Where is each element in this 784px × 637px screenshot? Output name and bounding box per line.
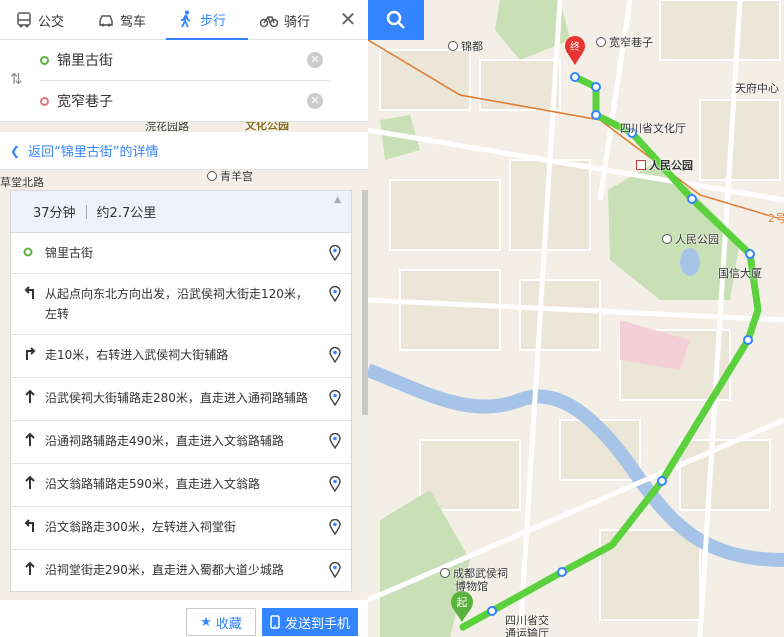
start-field-value: 锦里古街	[57, 53, 113, 69]
summary-distance: 约2.7公里	[96, 206, 157, 221]
scrollbar[interactable]	[362, 190, 368, 592]
locate-pin-icon[interactable]	[329, 518, 341, 536]
straight-icon	[23, 388, 45, 410]
map-label-tianfu[interactable]: 天府中心	[735, 80, 779, 96]
collapse-icon[interactable]: ▲	[334, 195, 341, 205]
favorite-label: 收藏	[215, 616, 242, 632]
route-step-text: 沿通祠路辅路走490米，直走进入文翁路辅路	[45, 434, 284, 448]
walk-icon	[181, 10, 191, 28]
back-link-label: 返回“锦里古街”的详情	[28, 145, 159, 160]
clear-start-button[interactable]: ✕	[307, 52, 323, 68]
route-step-text: 沿文翁路走300米，左转进入祠堂街	[45, 520, 236, 534]
locate-pin-icon[interactable]	[329, 432, 341, 450]
straight-icon	[23, 474, 45, 496]
send-to-phone-button[interactable]: 发送到手机	[262, 608, 358, 636]
map-label-guoxin[interactable]: 国信大厦	[718, 265, 762, 281]
start-field[interactable]: 锦里古街	[40, 40, 330, 80]
transport-tabs: 公交 驾车 步行 骑行 ✕	[0, 0, 368, 40]
map-label-jiaotong-2: 通运输厅	[505, 627, 549, 637]
metro-icon	[636, 160, 646, 170]
map-label-renmin-park-metro[interactable]: 人民公园	[636, 157, 693, 173]
route-step[interactable]: 锦里古街	[11, 233, 351, 274]
star-icon: ★	[200, 614, 212, 630]
tab-bus[interactable]: 公交	[0, 0, 84, 40]
route-summary[interactable]: 37分钟 约2.7公里 ▲	[11, 191, 351, 233]
bottom-bar: ★ 收藏 发送到手机	[0, 600, 368, 637]
close-icon[interactable]: ✕	[336, 8, 360, 32]
route-panel: 公交 驾车 步行 骑行 ✕ ⇅ 锦里古街 ✕ 宽窄巷子 ✕ ❮ 返回“锦里古街”…	[0, 0, 424, 637]
poi-icon	[596, 37, 606, 47]
end-field-value: 宽窄巷子	[57, 94, 113, 110]
svg-text:终: 终	[570, 40, 580, 53]
tab-bike[interactable]: 骑行	[248, 0, 328, 40]
summary-time: 37分钟	[33, 206, 76, 221]
search-icon	[386, 10, 405, 29]
route-step[interactable]: 沿文翁路走300米，左转进入祠堂街	[11, 507, 351, 550]
map-label-line2: 2号	[768, 212, 784, 225]
route-step-text: 走10米，右转进入武侯祠大街辅路	[45, 348, 229, 362]
summary-separator	[85, 204, 87, 219]
tab-car[interactable]: 驾车	[84, 0, 166, 40]
tab-walk-label: 步行	[200, 13, 227, 29]
locate-pin-icon[interactable]	[329, 285, 341, 303]
map-label-wuhouci-2: 博物馆	[455, 580, 488, 593]
end-dot-icon	[40, 96, 49, 106]
end-marker[interactable]: 终	[563, 35, 587, 67]
route-step[interactable]: 沿武侯祠大街辅路走280米，直走进入通祠路辅路	[11, 378, 351, 421]
turn-left-icon	[23, 517, 45, 539]
tab-bus-label: 公交	[38, 14, 65, 30]
route-step-text: 沿文翁路辅路走590米，直走进入文翁路	[45, 477, 260, 491]
tab-car-label: 驾车	[120, 14, 147, 30]
route-step[interactable]: 沿祠堂街走290米，直走进入蜀都大道少城路	[11, 550, 351, 591]
locate-pin-icon[interactable]	[329, 475, 341, 493]
park-icon	[662, 234, 672, 244]
start-marker[interactable]: 起	[449, 590, 475, 624]
tab-walk[interactable]: 步行	[166, 0, 248, 40]
car-icon	[99, 15, 113, 27]
map-label-renmin-park[interactable]: 人民公园	[662, 231, 719, 247]
end-field[interactable]: 宽窄巷子	[40, 81, 330, 121]
bus-icon	[17, 12, 31, 28]
map-label-jindu[interactable]: 锦都	[448, 38, 483, 54]
route-inputs: ⇅ 锦里古街 ✕ 宽窄巷子 ✕	[0, 40, 368, 122]
send-to-phone-label: 发送到手机	[284, 616, 350, 632]
route-step[interactable]: 沿文翁路辅路走590米，直走进入文翁路	[11, 464, 351, 507]
scrollbar-thumb[interactable]	[362, 190, 368, 415]
straight-icon	[23, 431, 45, 453]
steps-container: 锦里古街从起点向东北方向出发，沿武侯祠大街走120米，左转走10米，右转进入武侯…	[11, 233, 351, 591]
start-circle-icon	[23, 243, 45, 263]
locate-pin-icon[interactable]	[329, 346, 341, 364]
poi-icon	[448, 41, 458, 51]
back-link[interactable]: ❮ 返回“锦里古街”的详情	[0, 132, 368, 170]
route-step[interactable]: 从起点向东北方向出发，沿武侯祠大街走120米，左转	[11, 274, 351, 335]
route-step[interactable]: 沿通祠路辅路走490米，直走进入文翁路辅路	[11, 421, 351, 464]
start-dot-icon	[40, 55, 49, 65]
phone-icon	[270, 615, 280, 629]
favorite-button[interactable]: ★ 收藏	[186, 608, 256, 636]
clear-end-button[interactable]: ✕	[307, 93, 323, 109]
route-step[interactable]: 走10米，右转进入武侯祠大街辅路	[11, 335, 351, 378]
route-step-text: 沿祠堂街走290米，直走进入蜀都大道少城路	[45, 563, 284, 577]
locate-pin-icon[interactable]	[329, 244, 341, 262]
svg-text:起: 起	[457, 596, 468, 609]
route-step-text: 沿武侯祠大街辅路走280米，直走进入通祠路辅路	[45, 391, 308, 405]
search-button[interactable]	[368, 0, 424, 40]
locate-pin-icon[interactable]	[329, 561, 341, 579]
turn-right-icon	[23, 345, 45, 367]
swap-icon[interactable]: ⇅	[10, 70, 23, 88]
tab-bike-label: 骑行	[284, 14, 311, 30]
route-step-text: 锦里古街	[45, 246, 94, 260]
bike-icon	[260, 16, 278, 28]
map-label-kuanzhai[interactable]: 宽窄巷子	[596, 34, 653, 50]
straight-icon	[23, 560, 45, 582]
route-step-text: 从起点向东北方向出发，沿武侯祠大街走120米，左转	[45, 287, 308, 321]
turn-left-icon	[23, 284, 45, 324]
map-label-sichuan-culture[interactable]: 四川省文化厅	[620, 120, 686, 136]
chevron-left-icon: ❮	[10, 143, 21, 158]
route-steps-list[interactable]: 37分钟 约2.7公里 ▲ 锦里古街从起点向东北方向出发，沿武侯祠大街走120米…	[10, 190, 352, 592]
locate-pin-icon[interactable]	[329, 389, 341, 407]
poi-icon	[440, 568, 450, 578]
